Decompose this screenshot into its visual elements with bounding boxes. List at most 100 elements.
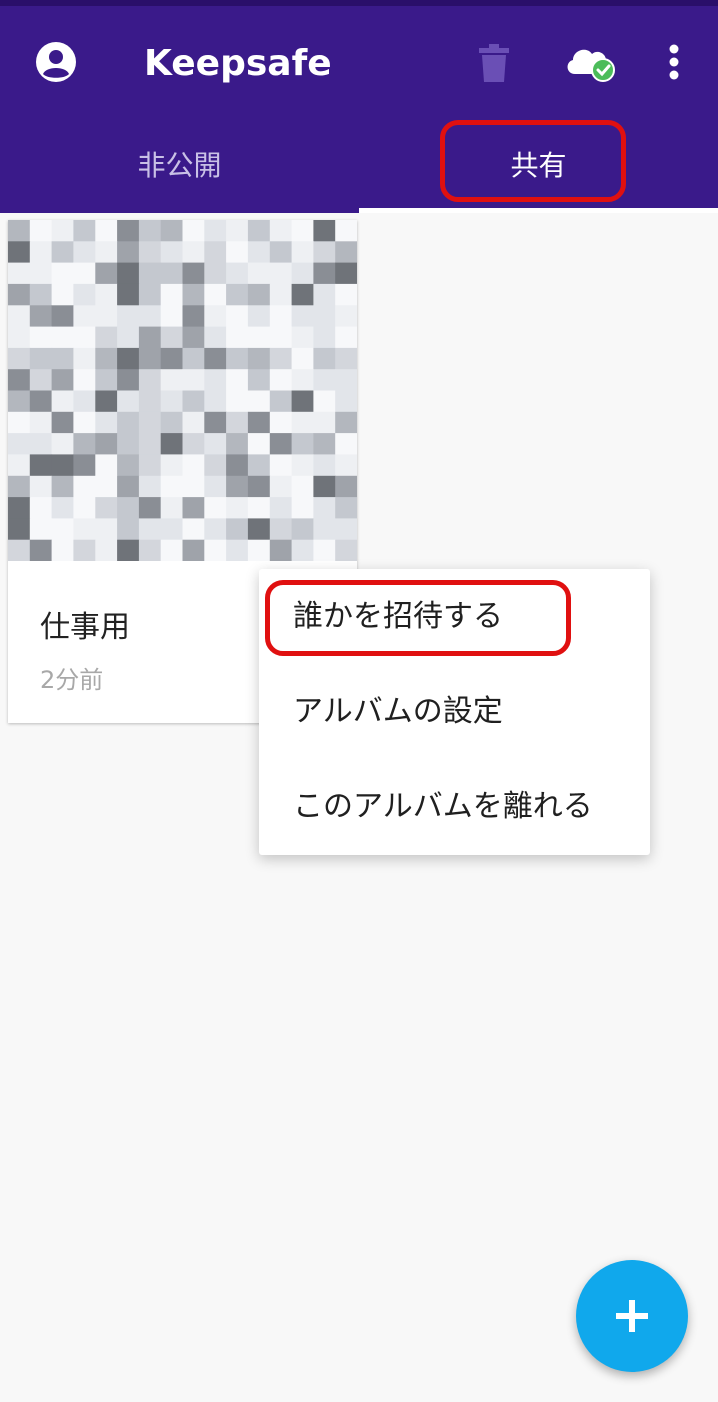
mosaic-tile [269,411,293,434]
mosaic-tile [95,390,118,413]
mosaic-tile [138,241,162,264]
mosaic-tile [95,475,118,498]
mosaic-tile [95,347,118,370]
mosaic-tile [247,539,271,561]
mosaic-tile [182,347,205,370]
mosaic-tile [291,539,314,561]
mosaic-tile [138,220,162,242]
mosaic-tile [8,390,31,413]
mosaic-tile [73,262,96,285]
mosaic-tile [138,369,162,391]
mosaic-tile [204,241,227,264]
mosaic-tile [51,454,74,477]
mosaic-tile [29,411,53,434]
mosaic-tile [29,539,53,561]
mosaic-tile [51,283,74,306]
mosaic-tile [73,390,96,413]
tab-private[interactable]: 非公開 [0,124,359,208]
account-icon[interactable] [28,34,84,90]
mosaic-tile [269,390,293,413]
mosaic-tile [182,326,205,349]
mosaic-tile [335,347,357,370]
mosaic-tile [182,475,205,498]
mosaic-tile [226,497,249,519]
cloud-sync-icon[interactable] [558,36,622,88]
mosaic-tile [247,497,271,519]
more-vert-icon[interactable] [652,36,696,88]
mosaic-tile [269,539,293,561]
mosaic-tile [73,305,96,328]
mosaic-tile [95,262,118,285]
mosaic-tile [247,454,271,477]
mosaic-tile [182,390,205,413]
mosaic-tile [291,390,314,413]
app-title: Keepsafe [144,43,332,84]
menu-item-leave-album[interactable]: このアルバムを離れる [259,759,650,854]
mosaic-tile [51,369,74,391]
mosaic-tile [8,326,31,349]
mosaic-tile [247,369,271,391]
mosaic-tile [160,220,183,242]
mosaic-tile [73,497,96,519]
mosaic-tile [51,347,74,370]
mosaic-tile [269,220,293,242]
mosaic-tile [160,475,183,498]
mosaic-tile [51,262,74,285]
mosaic-tile [247,390,271,413]
mosaic-tile [335,497,357,519]
mosaic-tile [73,283,96,306]
mosaic-tile [160,390,183,413]
mosaic-tile [226,411,249,434]
album-thumbnail[interactable] [8,220,357,561]
mosaic-tile [182,539,205,561]
mosaic-tile [226,518,249,541]
mosaic-tile [269,497,293,519]
mosaic-tile [247,347,271,370]
mosaic-tile [335,326,357,349]
mosaic-tile [29,220,53,242]
mosaic-tile [29,518,53,541]
mosaic-tile [313,390,336,413]
add-button[interactable] [576,1260,688,1372]
mosaic-tile [73,220,96,242]
mosaic-tile [8,411,31,434]
mosaic-tile [117,241,140,264]
mosaic-tile [138,454,162,477]
mosaic-tile [160,539,183,561]
mosaic-tile [226,433,249,455]
mosaic-tile [29,475,53,498]
mosaic-tile [182,262,205,285]
mosaic-tile [291,454,314,477]
mosaic-tile [95,241,118,264]
mosaic-tile [247,518,271,541]
menu-item-album-settings[interactable]: アルバムの設定 [259,664,650,759]
mosaic-tile [226,369,249,391]
mosaic-tile [291,262,314,285]
mosaic-tile [29,497,53,519]
mosaic-tile [226,454,249,477]
mosaic-tile [269,518,293,541]
mosaic-tile [29,433,53,455]
album-name: 仕事用 [40,610,130,645]
mosaic-tile [204,262,227,285]
mosaic-tile [204,433,227,455]
mosaic-tile [95,497,118,519]
mosaic-tile [335,433,357,455]
mosaic-tile [226,305,249,328]
trash-icon[interactable] [468,38,520,90]
mosaic-tile [117,454,140,477]
mosaic-tile [8,262,31,285]
mosaic-tile [313,283,336,306]
mosaic-tile [138,262,162,285]
mosaic-tile [335,518,357,541]
mosaic-tile [204,518,227,541]
mosaic-tile [204,454,227,477]
mosaic-tile [269,475,293,498]
mosaic-tile [29,347,53,370]
mosaic-tile [29,283,53,306]
mosaic-tile [291,241,314,264]
mosaic-tile [291,283,314,306]
mosaic-tile [204,369,227,391]
mosaic-tile [269,241,293,264]
mosaic-tile [247,305,271,328]
